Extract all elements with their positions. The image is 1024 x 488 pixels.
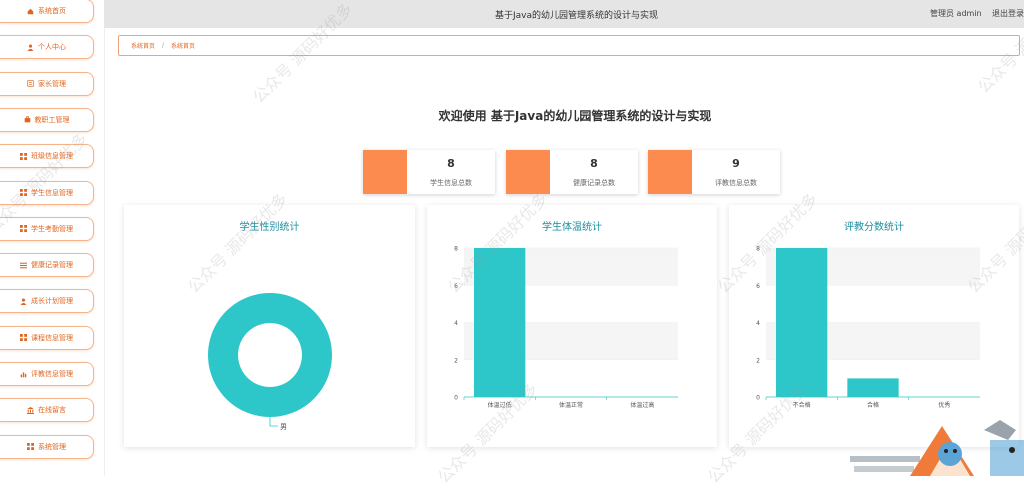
person-icon [20,298,27,305]
bank-icon [27,406,34,414]
sidebar-item-label: 学生考勤管理 [31,224,73,233]
pie-label-line [269,417,278,427]
sidebar-item[interactable]: 个人中心 [0,35,94,60]
sidebar-item[interactable]: 成长计划管理 [0,289,94,314]
y-tick-label: 6 [756,283,760,290]
stat-color-block [506,150,550,194]
stat-label: 学生信息总数 [430,179,472,187]
sidebar-item-label: 班级信息管理 [31,152,73,161]
x-tick-label: 合格 [867,401,879,409]
stat-label: 健康记录总数 [573,179,615,187]
pie-slice [207,293,332,417]
y-tick-label: 6 [454,283,458,290]
sidebar-item-label: 系统管理 [38,442,66,451]
x-tick-label: 体温过高 [630,401,654,409]
y-tick-label: 0 [756,395,760,402]
sidebar-item[interactable]: 学生信息管理 [0,180,94,205]
briefcase-icon [24,116,31,123]
stat-card-students: 8 学生信息总数 [363,150,495,194]
logout-link[interactable]: 退出登录 [992,8,1024,19]
grid-icon [20,189,27,196]
breadcrumb-current: 系统首页 [171,43,196,50]
sidebar-item-label: 健康记录管理 [31,261,73,270]
sidebar-item[interactable]: 系统首页 [0,0,94,23]
sidebar-item-label: 成长计划管理 [31,297,73,306]
gender-donut-chart: 男 [207,293,332,431]
sidebar-item-label: 课程信息管理 [31,333,73,342]
gender-chart-panel: 学生性别统计 男 [124,205,415,447]
sidebar-item-label: 家长管理 [38,79,66,88]
current-user: 管理员 admin [930,9,982,18]
welcome-heading: 欢迎使用 基于Java的幼儿园管理系统的设计与实现 [438,109,712,123]
y-tick-label: 4 [454,320,458,327]
list-icon [27,80,34,87]
home-icon [27,8,34,15]
sidebar-item[interactable]: 教职工管理 [0,107,94,132]
grid-icon [20,152,27,160]
bar [474,248,526,397]
sidebar-item[interactable]: 课程信息管理 [0,325,94,350]
sidebar-item[interactable]: 系统管理 [0,434,94,459]
y-tick-label: 2 [756,357,760,364]
breadcrumb-home[interactable]: 系统首页 [131,41,155,50]
app-title: 基于Java的幼儿园管理系统的设计与实现 [495,11,659,21]
chart-icon [20,371,27,378]
sidebar: 系统首页个人中心家长管理教职工管理班级信息管理 学生信息管理 学生考勤管理 健康记录管… [0,0,105,476]
sidebar-item[interactable]: 学生考勤管理 [0,216,94,241]
bar [776,248,828,397]
temperature-bar-chart: 0 2 4 6 8 体温过低 体温正常 体温过高 [454,246,678,409]
sidebar-item[interactable]: 评教信息管理 [0,362,94,386]
sidebar-item-label: 评教信息管理 [31,370,73,378]
menu-icon [20,262,27,269]
stat-label: 评教信息总数 [715,179,757,187]
stat-value: 8 [447,157,455,170]
stat-color-block [648,150,692,194]
sidebar-item[interactable]: 班级信息管理 [0,144,94,169]
y-tick-label: 0 [454,395,458,402]
person-icon [27,44,34,51]
pie-label: 男 [280,423,287,431]
top-header: 基于Java的幼儿园管理系统的设计与实现 管理员 admin 退出登录 [104,0,1024,28]
sidebar-item-label: 系统首页 [38,7,66,15]
evaluation-bar-chart: 0 2 4 6 8 不合格 合格 优秀 [756,246,980,409]
sidebar-item-label: 个人中心 [38,43,66,52]
breadcrumb: 系统首页 / 系统首页 [118,35,1020,56]
sidebar-item-label: 在线留言 [38,406,66,415]
grid-icon [20,334,27,342]
sidebar-item[interactable]: 家长管理 [0,71,94,96]
bar [847,378,899,397]
breadcrumb-separator: / [162,42,165,49]
stat-value: 8 [590,157,598,170]
grid-icon [20,225,27,233]
sidebar-item[interactable]: 在线留言 [0,398,94,423]
x-tick-label: 体温过低 [488,401,512,409]
y-tick-label: 8 [756,246,760,253]
stat-card-evaluation: 9 评教信息总数 [648,150,780,194]
x-tick-label: 体温正常 [559,401,583,409]
decorative-mascot-icon [850,420,1024,476]
stat-value: 9 [732,157,740,170]
x-tick-label: 不合格 [793,401,811,409]
y-tick-label: 4 [756,320,760,327]
sidebar-item-label: 教职工管理 [34,115,70,124]
evaluation-chart-panel: 评教分数统计 0 2 4 6 8 不合格 合格 优秀 [729,205,1019,447]
temperature-chart-panel: 学生体温统计 0 2 4 6 8 体温过低 体温正常 体温过高 [427,205,717,447]
y-tick-label: 8 [454,246,458,253]
stat-card-health: 8 健康记录总数 [506,150,638,194]
grid-icon [27,443,34,451]
stat-color-block [363,150,407,194]
y-tick-label: 2 [454,357,458,364]
sidebar-item-label: 学生信息管理 [31,188,73,197]
sidebar-item[interactable]: 健康记录管理 [0,253,94,278]
x-tick-label: 优秀 [938,401,950,409]
